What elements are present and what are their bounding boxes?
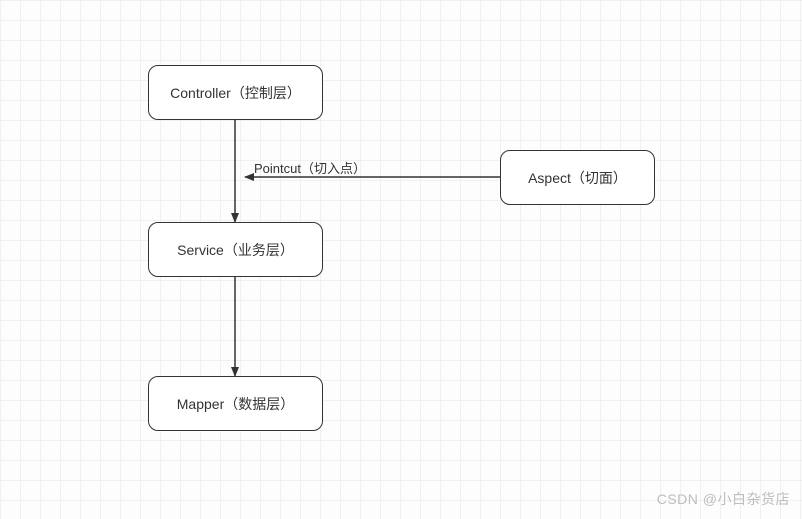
edge-pointcut-label: Pointcut（切入点） xyxy=(254,158,366,177)
watermark: CSDN @小白杂货店 xyxy=(657,489,790,509)
node-controller: Controller（控制层） xyxy=(148,65,323,120)
node-aspect: Aspect（切面） xyxy=(500,150,655,205)
node-aspect-label: Aspect（切面） xyxy=(528,168,627,188)
node-controller-label: Controller（控制层） xyxy=(170,83,301,103)
node-service: Service（业务层） xyxy=(148,222,323,277)
node-mapper: Mapper（数据层） xyxy=(148,376,323,431)
node-mapper-label: Mapper（数据层） xyxy=(177,394,294,414)
diagram-arrows xyxy=(0,0,802,519)
node-service-label: Service（业务层） xyxy=(177,240,294,260)
